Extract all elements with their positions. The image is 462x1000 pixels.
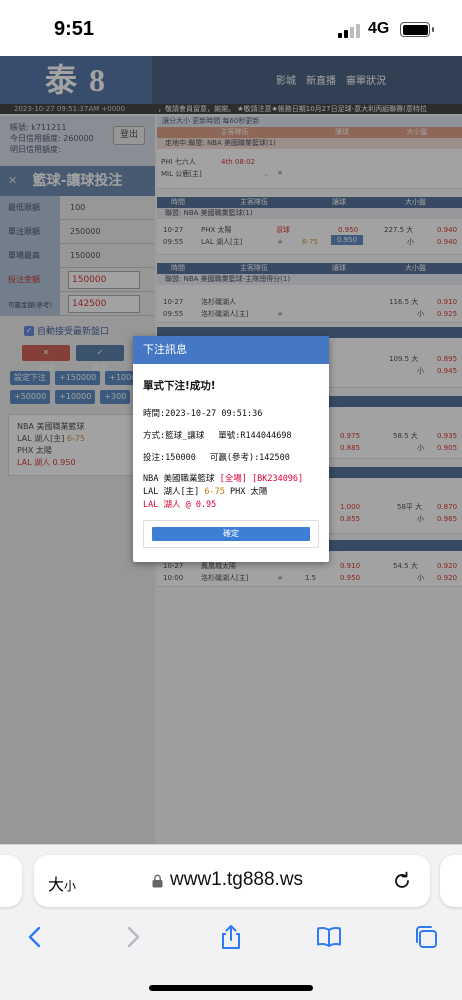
text-size-small: 小 xyxy=(64,879,77,893)
bet-win: 可贏(參考):142500 xyxy=(209,453,290,463)
bet-detail: NBA 美國職業籃球 [全場] [BK234096] LAL 湖人[主] 6-7… xyxy=(143,473,319,512)
dialog-confirm-button[interactable]: 確定 xyxy=(152,527,310,541)
text-size-button[interactable]: 大小 xyxy=(48,871,76,895)
dialog-title: 單式下注!成功! xyxy=(143,380,216,392)
bet-result-dialog: 下注訊息 單式下注!成功! 時間:2023-10-27 09:51:36 方式:… xyxy=(133,336,329,562)
bet-time: 時間:2023-10-27 09:51:36 xyxy=(143,409,263,419)
bet-handicap: 6-75 xyxy=(204,487,225,497)
ios-status-bar: 9:51 4G xyxy=(0,0,462,56)
home-indicator xyxy=(149,985,313,991)
bet-team-b: PHX 太陽 xyxy=(229,487,268,497)
lock-icon xyxy=(152,874,163,888)
safari-toolbar: 大小 www1.tg888.ws xyxy=(0,844,462,1000)
dialog-body: 單式下注!成功! 時間:2023-10-27 09:51:36 方式:籃球_讓球… xyxy=(133,364,329,556)
battery-icon xyxy=(400,22,434,37)
next-tab-preview[interactable] xyxy=(440,855,462,907)
signal-icon xyxy=(338,24,360,38)
forward-icon[interactable] xyxy=(118,923,146,951)
reload-icon[interactable] xyxy=(390,869,414,893)
bet-team-a: LAL 湖人[主] xyxy=(143,487,200,497)
bet-mode-line: 方式:籃球_讓球 單號:R144044698 xyxy=(143,429,319,441)
text-size-large: 大 xyxy=(48,875,65,894)
web-page: 泰 8 影城 新直播 審單狀況 2023-10-27 09:51:37AM +0… xyxy=(0,56,462,844)
bet-amount-line: 投注:150000 可贏(參考):142500 xyxy=(143,451,319,463)
share-icon[interactable] xyxy=(217,923,245,951)
network-label: 4G xyxy=(368,20,390,37)
address-bar[interactable]: 大小 www1.tg888.ws xyxy=(34,855,430,907)
previous-tab-preview[interactable] xyxy=(0,855,22,907)
ticket-number: 單號:R144044698 xyxy=(218,431,292,441)
bet-code: [BK234096] xyxy=(251,474,304,484)
back-icon[interactable] xyxy=(22,923,50,951)
bet-pick: LAL 湖人 @ 0.95 xyxy=(143,500,217,510)
bookmarks-icon[interactable] xyxy=(315,923,343,951)
dialog-header: 下注訊息 xyxy=(133,336,329,364)
bet-stake: 投注:150000 xyxy=(143,453,196,463)
dialog-footer: 確定 xyxy=(143,520,319,548)
status-time: 9:51 xyxy=(54,18,95,40)
bet-period: [全場] xyxy=(219,474,247,484)
bet-mode: 方式:籃球_讓球 xyxy=(143,431,205,441)
url-text: www1.tg888.ws xyxy=(170,869,304,890)
bet-teams-line: LAL 湖人[主] 6-75 PHX 太陽 xyxy=(143,486,319,499)
bet-league-line: NBA 美國職業籃球 [全場] [BK234096] xyxy=(143,473,319,486)
bet-league: NBA 美國職業籃球 xyxy=(143,474,215,484)
tabs-icon[interactable] xyxy=(412,923,440,951)
